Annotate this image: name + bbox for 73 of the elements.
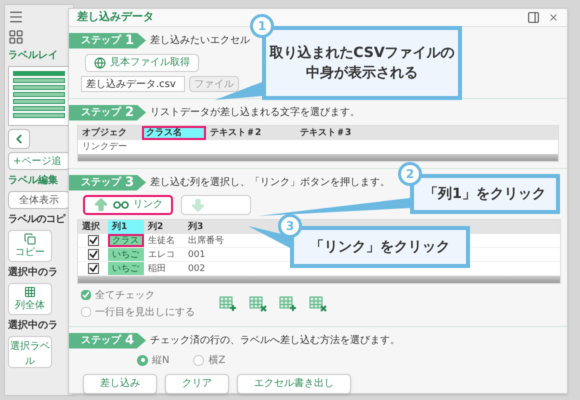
menu-icon[interactable]	[8, 9, 24, 25]
row-checkbox[interactable]	[88, 248, 98, 260]
globe-icon	[94, 56, 106, 68]
column-header[interactable]: オブジェク	[78, 126, 142, 140]
column-header[interactable]: 列3	[184, 220, 244, 234]
label-tool[interactable]: 選択ラベル	[8, 336, 52, 368]
table-cell[interactable]: 出席番号	[184, 234, 244, 246]
column-tool[interactable]: 列全体	[8, 283, 52, 315]
radio-label: 縦N	[152, 354, 170, 368]
row-checkbox[interactable]	[88, 262, 98, 274]
option-label: 一行目を見出しにする	[95, 306, 195, 320]
step-instruction: 差し込みたいエクセル	[150, 34, 250, 48]
add-page-button[interactable]: +ページ追	[8, 152, 70, 170]
step-badge: ステップ 3	[69, 174, 146, 190]
copy-tool[interactable]: コピー	[8, 230, 52, 262]
link-button[interactable]: リンク	[83, 194, 173, 214]
table-cell[interactable]: 001	[184, 248, 244, 260]
column-header: 選択	[81, 220, 101, 234]
section-heading: 選択中のラ	[8, 266, 59, 280]
column-header[interactable]: テキスト＃2	[206, 126, 296, 140]
arrow-up-icon	[93, 196, 109, 212]
option-label: 全てチェック	[95, 288, 155, 302]
grid-icon	[24, 286, 36, 298]
add-column-icon[interactable]	[279, 296, 297, 312]
step-instruction: チェック済の行の、ラベルへ差し込む方法を選びます。	[150, 334, 400, 348]
section-heading: ラベルのコピ	[8, 212, 66, 227]
grid-icon[interactable]	[8, 29, 24, 45]
action-button[interactable]: 差し込み	[83, 374, 157, 394]
column-header[interactable]: 列2	[144, 220, 184, 234]
action-button[interactable]: クリア	[165, 374, 229, 394]
table-cell[interactable]: いちご	[108, 262, 144, 274]
copy-icon	[24, 233, 36, 245]
add-row-icon[interactable]	[219, 296, 237, 312]
radio-button[interactable]	[137, 354, 148, 366]
sample-file-button[interactable]: 見本ファイル取得	[85, 54, 199, 72]
table-cell-text: リンクデー	[81, 140, 128, 154]
table-cell[interactable]: いちご	[108, 248, 144, 260]
section-heading: ラベル編集	[8, 174, 59, 188]
step-badge: ステップ 1	[69, 32, 146, 48]
show-all-button[interactable]: 全体表示	[8, 191, 70, 209]
row-checkbox[interactable]	[88, 234, 98, 246]
panel-icon[interactable]	[527, 10, 540, 24]
callout-text: 取り込まれたCSVファイルの	[269, 44, 455, 63]
section-heading: 選択中のラ	[8, 318, 59, 333]
step-instruction: 差し込む列を選択し、「リンク」ボタンを押します。	[150, 176, 390, 190]
callout-text: 中身が表示される	[306, 64, 418, 83]
callout-text: 「リンク」をクリック	[310, 238, 450, 257]
radio-button[interactable]	[193, 354, 204, 366]
callout-text: 「列1」をクリック	[424, 185, 546, 204]
option-checkbox[interactable]	[81, 307, 91, 317]
table-cell[interactable]: 稲田	[144, 262, 184, 274]
dialog-title: 差し込みデータ	[77, 9, 154, 25]
step-badge: ステップ 2	[69, 104, 146, 120]
action-button[interactable]: エクセル書き出し	[237, 374, 351, 394]
table-cell[interactable]: 002	[184, 262, 244, 274]
link-icon	[113, 200, 129, 208]
table-cell[interactable]: 生徒名	[144, 234, 184, 246]
file-name-field[interactable]: 差し込みデータ.csv	[81, 76, 185, 92]
column-header[interactable]: テキスト＃3	[296, 126, 386, 140]
sidebar-tab[interactable]: ラベルレイ	[8, 48, 70, 63]
back-button[interactable]	[8, 129, 30, 149]
step-badge: ステップ 4	[69, 332, 146, 348]
radio-label: 横Z	[208, 354, 226, 368]
table-cell[interactable]: エレコ	[144, 248, 184, 260]
close-icon[interactable]	[548, 12, 559, 23]
table-cell[interactable]: クラス	[108, 234, 144, 246]
horizontal-scrollbar[interactable]	[78, 154, 558, 160]
step-instruction: リストデータが差し込まれる文字を選びます。	[150, 106, 360, 120]
delete-row-icon[interactable]	[249, 296, 267, 312]
delete-column-icon[interactable]	[309, 296, 327, 312]
arrow-down-icon	[190, 196, 206, 212]
column-header[interactable]: 列1	[108, 220, 144, 234]
column-header[interactable]: クラス名	[142, 126, 206, 140]
